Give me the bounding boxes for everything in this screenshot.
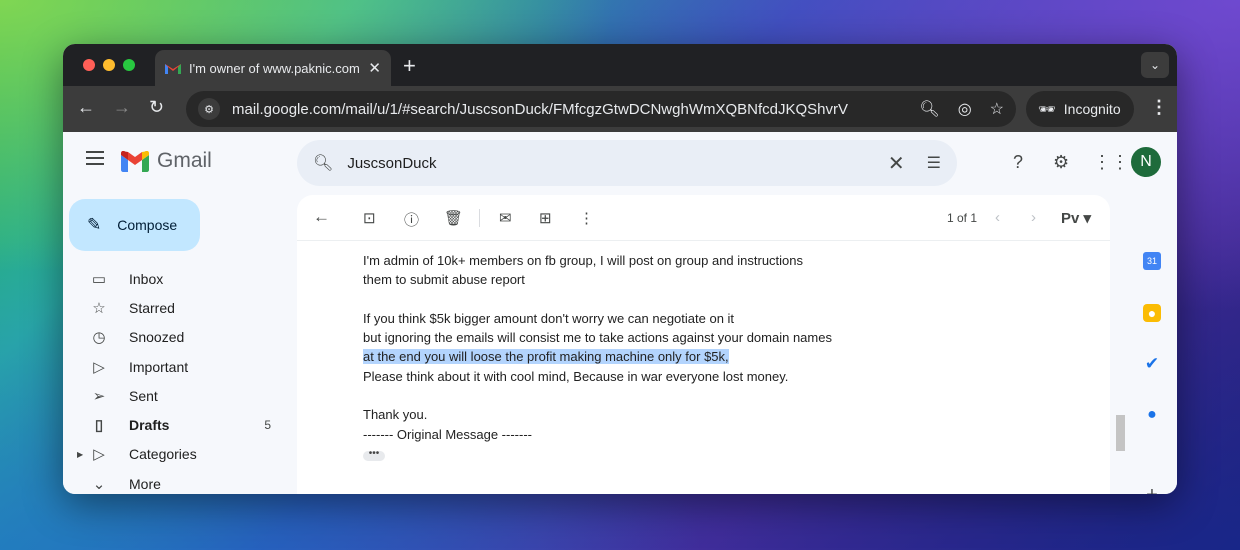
older-icon[interactable]: › <box>1031 209 1036 226</box>
clear-search-icon[interactable]: ✕ <box>888 151 905 176</box>
archive-icon[interactable]: ⊡ <box>363 209 376 227</box>
label-icon: ▷ <box>93 446 105 464</box>
highlighted-message-line: at the end you will loose the profit mak… <box>363 349 729 365</box>
pencil-icon: ✎ <box>87 215 102 234</box>
sidebar-item-label: Inbox <box>129 270 164 287</box>
search-options-icon[interactable]: ☰ <box>927 153 941 173</box>
gmail-header: Gmail 🔍︎ JuscsonDuck ✕ ☰ ? ⚙ ⋮⋮⋮ N <box>63 132 1177 192</box>
browser-window: I'm owner of www.paknic.com ✕ + ⌄ ← → ↻ … <box>63 44 1177 494</box>
help-icon[interactable]: ? <box>1013 152 1023 173</box>
incognito-icon: 🕶︎ <box>1038 100 1056 117</box>
message-line: but ignoring the emails will consist me … <box>363 330 832 346</box>
message-panel: ← ⊡ ⓘ 🗑︎ ✉ ⊞ ⋮ 1 of 1 ‹ › Pv ▾ I'm admin… <box>297 195 1110 494</box>
inbox-icon: ▭ <box>91 270 107 288</box>
reload-icon[interactable]: ↻ <box>149 97 164 118</box>
close-window-button[interactable] <box>83 59 95 71</box>
sidebar-item-label: Drafts <box>129 417 170 434</box>
gmail-app: Gmail 🔍︎ JuscsonDuck ✕ ☰ ? ⚙ ⋮⋮⋮ N ✎ Com… <box>63 132 1177 494</box>
back-to-search-icon[interactable]: ← <box>313 207 330 227</box>
sidebar-item-starred[interactable]: ☆ Starred <box>79 293 279 322</box>
pagination-text: 1 of 1 <box>947 211 978 225</box>
drafts-count: 5 <box>264 418 271 433</box>
tab-search-button[interactable]: ⌄ <box>1141 52 1169 78</box>
calendar-icon[interactable]: 31 <box>1143 252 1161 270</box>
tab-close-icon[interactable]: ✕ <box>368 59 381 77</box>
add-addon-icon[interactable]: + <box>1143 484 1161 495</box>
sidebar-item-snoozed[interactable]: ◷ Snoozed <box>79 323 279 352</box>
incognito-label: Incognito <box>1063 101 1121 117</box>
sidebar-item-inbox[interactable]: ▭ Inbox <box>79 264 279 293</box>
search-input[interactable]: JuscsonDuck <box>347 155 888 172</box>
message-line: If you think $5k bigger amount don't wor… <box>363 310 735 326</box>
message-line: Please think about it with cool mind, Be… <box>363 368 789 384</box>
settings-gear-icon[interactable]: ⚙ <box>1053 152 1069 173</box>
browser-menu-icon[interactable]: ⋮ <box>1150 97 1168 118</box>
maximize-window-button[interactable] <box>123 59 135 71</box>
message-body: I'm admin of 10k+ members on fb group, I… <box>363 251 832 444</box>
bookmark-star-icon[interactable]: ☆ <box>990 99 1004 119</box>
show-trimmed-content-button[interactable]: ••• <box>363 449 385 461</box>
mark-unread-icon[interactable]: ✉ <box>499 209 512 227</box>
compose-button[interactable]: ✎ Compose <box>69 199 200 251</box>
newer-icon[interactable]: ‹ <box>995 209 1000 226</box>
compose-label: Compose <box>117 217 178 233</box>
message-toolbar: ← ⊡ ⓘ 🗑︎ ✉ ⊞ ⋮ 1 of 1 ‹ › Pv ▾ <box>297 195 1110 241</box>
sidebar-nav: ▭ Inbox ☆ Starred ◷ Snoozed ▷ Important … <box>77 264 279 494</box>
gmail-logo-text: Gmail <box>157 149 212 172</box>
more-actions-icon[interactable]: ⋮ <box>579 209 594 227</box>
zoom-icon[interactable]: 🔍︎ <box>919 99 939 119</box>
report-spam-icon[interactable]: ⓘ <box>404 209 419 230</box>
tasks-icon[interactable]: ✔ <box>1143 354 1161 373</box>
account-avatar[interactable]: N <box>1131 147 1161 177</box>
message-line: ------- Original Message ------- <box>363 426 532 442</box>
sidebar-item-sent[interactable]: ➢ Sent <box>79 381 279 410</box>
browser-tab[interactable]: I'm owner of www.paknic.com ✕ <box>155 50 391 86</box>
message-line: them to submit abuse report <box>363 272 525 288</box>
star-icon: ☆ <box>92 299 106 317</box>
site-settings-icon[interactable]: ⚙ <box>198 98 220 120</box>
keep-icon[interactable]: ● <box>1143 304 1161 322</box>
important-icon: ▷ <box>93 358 105 376</box>
message-line: Thank you. <box>363 407 428 423</box>
sidebar-item-drafts[interactable]: ▯ Drafts 5 <box>79 410 279 439</box>
url-text: mail.google.com/mail/u/1/#search/Juscson… <box>232 100 849 118</box>
contacts-icon[interactable]: ● <box>1143 406 1161 424</box>
search-icon[interactable]: 🔍︎ <box>313 153 333 173</box>
input-tools-icon[interactable]: Pv ▾ <box>1061 209 1091 227</box>
tab-title: I'm owner of www.paknic.com <box>189 60 360 76</box>
sidebar-item-label: Categories <box>129 446 197 463</box>
sidebar-item-label: Important <box>129 358 189 375</box>
window-controls <box>83 59 135 71</box>
sidebar-item-label: More <box>129 475 161 492</box>
draft-icon: ▯ <box>94 417 104 435</box>
gmail-m-icon <box>121 150 149 172</box>
send-icon: ➢ <box>92 387 106 405</box>
delete-icon[interactable]: 🗑︎ <box>444 209 463 227</box>
chevron-down-icon: ⌄ <box>92 475 106 493</box>
browser-toolbar: ← → ↻ ⚙ mail.google.com/mail/u/1/#search… <box>63 86 1177 132</box>
address-bar[interactable]: ⚙ mail.google.com/mail/u/1/#search/Juscs… <box>186 91 1016 127</box>
sidebar-item-label: Sent <box>129 387 158 404</box>
gmail-favicon-icon <box>165 64 181 74</box>
scrollbar-thumb[interactable] <box>1116 415 1125 451</box>
tab-strip: I'm owner of www.paknic.com ✕ + ⌄ <box>63 44 1177 86</box>
minimize-window-button[interactable] <box>103 59 115 71</box>
move-to-icon[interactable]: ⊞ <box>539 209 552 227</box>
message-line: I'm admin of 10k+ members on fb group, I… <box>363 253 804 268</box>
search-bar[interactable]: 🔍︎ JuscsonDuck ✕ ☰ <box>297 140 957 186</box>
forward-icon[interactable]: → <box>113 97 131 118</box>
incognito-badge[interactable]: 🕶︎ Incognito <box>1026 91 1134 127</box>
eye-off-icon[interactable]: ◎ <box>958 99 972 119</box>
sidebar-item-label: Starred <box>129 299 175 316</box>
clock-icon: ◷ <box>92 329 106 347</box>
back-icon[interactable]: ← <box>77 97 95 118</box>
gmail-logo[interactable]: Gmail <box>121 149 212 173</box>
sidebar-item-label: Snoozed <box>129 329 185 346</box>
sidebar-item-important[interactable]: ▷ Important <box>79 352 279 381</box>
expand-caret-icon[interactable]: ▶ <box>77 450 83 459</box>
new-tab-button[interactable]: + <box>403 53 416 79</box>
sidebar-item-categories[interactable]: ▶ ▷ Categories <box>77 440 279 469</box>
sidebar-item-more[interactable]: ⌄ More <box>79 469 279 494</box>
main-menu-icon[interactable] <box>86 151 104 169</box>
